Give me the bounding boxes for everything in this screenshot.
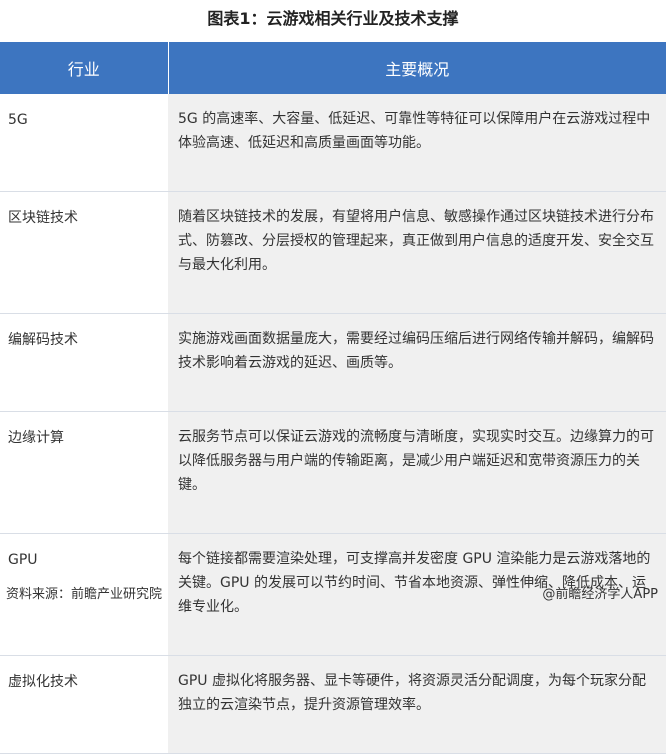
table-row: 边缘计算 云服务节点可以保证云游戏的流畅度与清晰度，实现实时交互。边缘算力的可以… xyxy=(0,411,666,534)
industry-cell: 5G xyxy=(0,94,168,192)
table-header-row: 行业 主要概况 xyxy=(0,42,666,94)
description-cell: 随着区块链技术的发展，有望将用户信息、敏感操作通过区块链技术进行分布式、防篡改、… xyxy=(168,191,666,314)
source-note: 资料来源：前瞻产业研究院 xyxy=(6,587,163,602)
table-row: 编解码技术 实施游戏画面数据量庞大，需要经过编码压缩后进行网络传输并解码，编解码… xyxy=(0,313,666,412)
description-cell: 云服务节点可以保证云游戏的流畅度与清晰度，实现实时交互。边缘算力的可以降低服务器… xyxy=(168,411,666,534)
industry-table: 行业 主要概况 5G 5G 的高速率、大容量、低延迟、可靠性等特征可以保障用户在… xyxy=(0,42,666,754)
chart-title: 图表1：云游戏相关行业及技术支撑 xyxy=(207,9,459,28)
table-row: 5G 5G 的高速率、大容量、低延迟、可靠性等特征可以保障用户在云游戏过程中体验… xyxy=(0,94,666,192)
industry-cell: 边缘计算 xyxy=(0,411,168,534)
industry-cell: 编解码技术 xyxy=(0,313,168,412)
description-cell: 5G 的高速率、大容量、低延迟、可靠性等特征可以保障用户在云游戏过程中体验高速、… xyxy=(168,94,666,192)
industry-cell: 区块链技术 xyxy=(0,191,168,314)
table-row: 虚拟化技术 GPU 虚拟化将服务器、显卡等硬件，将资源灵活分配调度，为每个玩家分… xyxy=(0,655,666,754)
table-row: 区块链技术 随着区块链技术的发展，有望将用户信息、敏感操作通过区块链技术进行分布… xyxy=(0,191,666,314)
brand-credit: @前瞻经济学人APP xyxy=(542,583,658,602)
industry-cell: 虚拟化技术 xyxy=(0,655,168,754)
description-cell: GPU 虚拟化将服务器、显卡等硬件，将资源灵活分配调度，为每个玩家分配独立的云渲… xyxy=(168,655,666,754)
brand-text: @前瞻经济学人APP xyxy=(542,587,658,602)
header-overview: 主要概况 xyxy=(168,42,666,94)
description-cell: 实施游戏画面数据量庞大，需要经过编码压缩后进行网络传输并解码，编解码技术影响着云… xyxy=(168,313,666,412)
footer: 资料来源：前瞻产业研究院 @前瞻经济学人APP xyxy=(0,583,666,603)
header-industry: 行业 xyxy=(0,42,169,94)
